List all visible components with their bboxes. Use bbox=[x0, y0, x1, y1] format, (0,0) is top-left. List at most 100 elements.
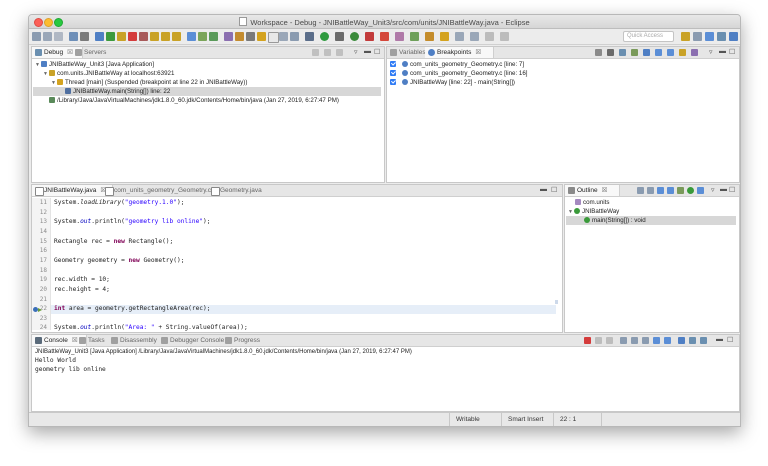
line-number[interactable]: 18 bbox=[34, 267, 47, 274]
code-line[interactable] bbox=[32, 315, 552, 324]
code-line[interactable] bbox=[32, 228, 552, 237]
scroll-lock-icon[interactable] bbox=[631, 337, 638, 344]
console-output-line[interactable]: Hello World bbox=[35, 357, 76, 364]
remove-terminated-icon[interactable] bbox=[312, 49, 319, 56]
debug-tree-stack-frame[interactable]: JNIBattleWay.main(String[]) line: 22 bbox=[33, 87, 381, 96]
code-text[interactable]: rec.height = 4; bbox=[54, 286, 110, 293]
display-console-icon[interactable] bbox=[689, 337, 696, 344]
use-step-filters-icon[interactable] bbox=[187, 32, 196, 41]
close-icon[interactable]: ☒ bbox=[602, 187, 608, 194]
tab-geometry-java[interactable]: Geometry.java bbox=[208, 185, 280, 196]
pin-icon[interactable] bbox=[246, 32, 255, 41]
new-java-project-icon[interactable] bbox=[380, 32, 389, 41]
link-with-editor-icon[interactable] bbox=[697, 187, 704, 194]
clear-console-icon[interactable] bbox=[620, 337, 627, 344]
show-supported-icon[interactable] bbox=[619, 49, 626, 56]
console-output-line[interactable]: geometry lib online bbox=[35, 366, 106, 373]
pin-console-icon[interactable] bbox=[678, 337, 685, 344]
code-text[interactable]: System.out.println("Area: " + String.val… bbox=[54, 324, 248, 331]
tab-outline[interactable]: Outline ☒ bbox=[565, 185, 620, 196]
build-icon[interactable] bbox=[69, 32, 78, 41]
outline-item-class[interactable]: ▼ JNIBattleWay bbox=[568, 207, 619, 216]
code-line[interactable] bbox=[32, 286, 552, 295]
maximize-view-icon[interactable]: ☐ bbox=[729, 186, 735, 194]
disconnect-icon[interactable] bbox=[139, 32, 148, 41]
status-insert-mode[interactable]: Smart Insert bbox=[501, 413, 552, 426]
code-text[interactable]: rec.width = 10; bbox=[54, 276, 110, 283]
toggle-mark-icon[interactable] bbox=[235, 32, 244, 41]
hide-non-public-icon[interactable] bbox=[677, 187, 684, 194]
debug-tree-process[interactable]: /Library/Java/JavaVirtualMachines/jdk1.8… bbox=[49, 96, 339, 105]
breakpoint-item[interactable]: com_units_geometry_Geometry.c [line: 16] bbox=[390, 69, 528, 78]
code-text[interactable]: System.loadLibrary("geometry.1.0"); bbox=[54, 199, 184, 206]
code-text[interactable]: Rectangle rec = new Rectangle(); bbox=[54, 238, 173, 245]
tab-breakpoints[interactable]: Breakpoints ☒ bbox=[425, 47, 494, 58]
tab-jnibattleway-java[interactable]: JNIBattleWay.java ☒ bbox=[32, 185, 113, 196]
step-filter-icon[interactable] bbox=[324, 49, 331, 56]
line-number[interactable]: 19 bbox=[34, 276, 47, 283]
show-whitespace-icon[interactable] bbox=[268, 32, 279, 43]
overview-ruler-marker[interactable] bbox=[555, 300, 558, 304]
code-line[interactable] bbox=[32, 276, 552, 285]
external-tools-icon[interactable] bbox=[305, 32, 314, 41]
run-to-line-icon[interactable] bbox=[209, 32, 218, 41]
line-number[interactable]: 21 bbox=[34, 296, 47, 303]
minimize-view-icon[interactable]: ▬ bbox=[719, 48, 726, 55]
tab-geometry-c[interactable]: com_units_geometry_Geometry.c bbox=[102, 185, 218, 196]
maximize-view-icon[interactable]: ☐ bbox=[551, 186, 557, 194]
code-line[interactable] bbox=[32, 247, 552, 256]
maximize-view-icon[interactable]: ☐ bbox=[727, 336, 733, 344]
run-icon[interactable] bbox=[320, 32, 329, 41]
tab-debugger-console[interactable]: Debugger Console bbox=[158, 335, 232, 346]
outline-item-method[interactable]: main(String[]) : void bbox=[566, 216, 736, 225]
minimize-view-icon[interactable]: ▬ bbox=[364, 48, 371, 55]
line-number[interactable]: 11 bbox=[34, 199, 47, 206]
coverage-icon[interactable] bbox=[350, 32, 359, 41]
word-wrap-icon[interactable] bbox=[642, 337, 649, 344]
perspective-java-icon[interactable] bbox=[681, 32, 690, 41]
view-menu-icon[interactable]: ▿ bbox=[709, 48, 713, 56]
search-icon[interactable] bbox=[440, 32, 449, 41]
minimize-view-icon[interactable]: ▬ bbox=[720, 186, 727, 193]
view-menu-icon[interactable]: ▿ bbox=[711, 186, 715, 194]
stop-icon[interactable] bbox=[365, 32, 374, 41]
add-java-exception-icon[interactable] bbox=[691, 49, 698, 56]
line-number[interactable]: 23 bbox=[34, 315, 47, 322]
open-perspective-icon[interactable] bbox=[224, 32, 233, 41]
line-number[interactable]: 16 bbox=[34, 247, 47, 254]
open-console-icon[interactable] bbox=[700, 337, 707, 344]
collapse-all-icon[interactable] bbox=[667, 49, 674, 56]
show-on-stderr-icon[interactable] bbox=[664, 337, 671, 344]
perspective-cpp-icon[interactable] bbox=[717, 32, 726, 41]
debug-tree-launch[interactable]: ▼ JNIBattleWay_Unit3 [Java Application] bbox=[35, 60, 154, 69]
hide-fields-icon[interactable] bbox=[657, 187, 664, 194]
code-text[interactable]: int area = geometry.getRectangleArea(rec… bbox=[54, 305, 210, 312]
block-selection-icon[interactable] bbox=[279, 32, 288, 41]
step-return-icon[interactable] bbox=[172, 32, 181, 41]
line-number[interactable]: 15 bbox=[34, 238, 47, 245]
code-line[interactable] bbox=[32, 209, 552, 218]
code-area[interactable]: 11 System.loadLibrary("geometry.1.0"); 12… bbox=[32, 198, 560, 370]
outline-item-package[interactable]: com.units bbox=[575, 198, 609, 207]
code-line[interactable] bbox=[32, 296, 552, 305]
step-into-icon[interactable] bbox=[150, 32, 159, 41]
code-text[interactable]: Geometry geometry = new Geometry(); bbox=[54, 257, 184, 264]
skip-all-icon[interactable] bbox=[643, 49, 650, 56]
maximize-view-icon[interactable]: ☐ bbox=[729, 48, 735, 56]
code-text[interactable]: System.out.println("geometry lib online"… bbox=[54, 218, 210, 225]
go-to-file-icon[interactable] bbox=[631, 49, 638, 56]
perspective-resource-icon[interactable] bbox=[693, 32, 702, 41]
previous-annotation-icon[interactable] bbox=[470, 32, 479, 41]
line-number[interactable]: 20 bbox=[34, 286, 47, 293]
collapse-all-icon[interactable] bbox=[637, 187, 644, 194]
link-with-debug-icon[interactable] bbox=[679, 49, 686, 56]
suspend-icon[interactable] bbox=[117, 32, 126, 41]
perspective-git-icon[interactable] bbox=[729, 32, 738, 41]
maximize-view-icon[interactable]: ☐ bbox=[374, 48, 380, 56]
print-icon[interactable] bbox=[80, 32, 89, 41]
resume-view-icon[interactable] bbox=[336, 49, 343, 56]
breakpoint-item[interactable]: JNIBattleWay [line: 22] - main(String[]) bbox=[390, 78, 515, 87]
breakpoint-checkbox[interactable] bbox=[390, 78, 396, 85]
close-icon[interactable]: ☒ bbox=[475, 49, 481, 56]
step-over-icon[interactable] bbox=[161, 32, 170, 41]
